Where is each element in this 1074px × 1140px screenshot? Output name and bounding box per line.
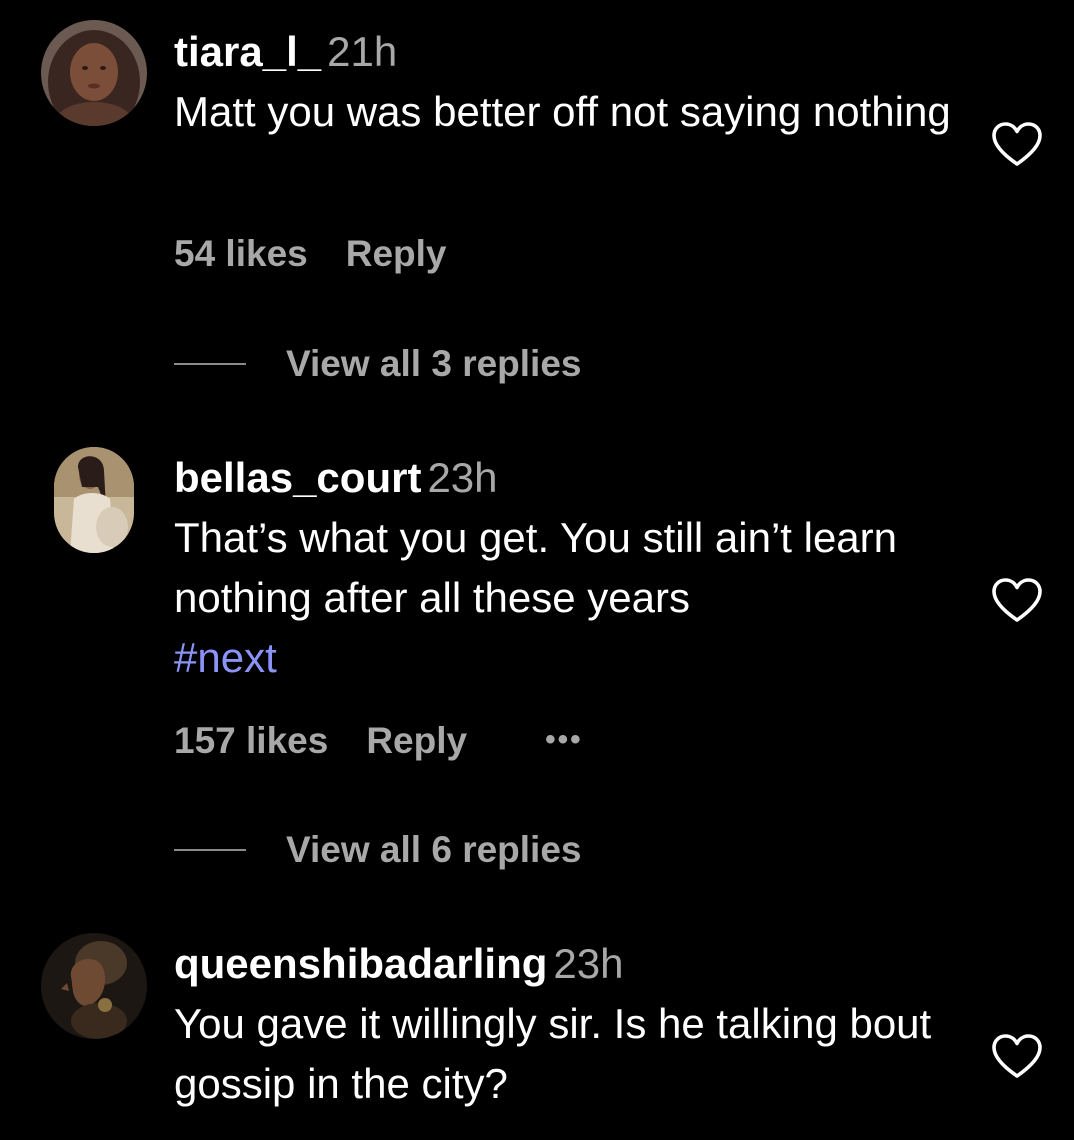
more-options-icon[interactable]: ••• <box>545 718 583 762</box>
timestamp: 23h <box>553 940 624 987</box>
avatar-image <box>41 20 147 126</box>
avatar[interactable] <box>41 20 147 126</box>
heart-icon[interactable] <box>990 576 1044 624</box>
hashtag-link[interactable]: #next <box>174 634 277 681</box>
comment-body: That’s what you get. You still ain’t lea… <box>174 514 898 621</box>
username[interactable]: queenshibadarling <box>174 940 547 987</box>
comment-header: tiara_l_ 21h <box>174 22 954 82</box>
comment-text: That’s what you get. You still ain’t lea… <box>174 508 954 688</box>
username[interactable]: tiara_l_ <box>174 28 321 75</box>
username[interactable]: bellas_court <box>174 454 421 501</box>
avatar[interactable] <box>54 447 134 553</box>
comment-text: Matt you was better off not saying nothi… <box>174 82 954 142</box>
replies-divider <box>174 849 246 851</box>
replies-divider <box>174 363 246 365</box>
comment-actions: 54 likes Reply <box>174 232 447 276</box>
timestamp: 23h <box>427 454 498 501</box>
reply-button[interactable]: Reply <box>366 719 467 763</box>
avatar-image <box>54 447 134 553</box>
avatar[interactable] <box>41 933 147 1039</box>
heart-icon[interactable] <box>990 120 1044 168</box>
reply-button[interactable]: Reply <box>346 232 447 276</box>
heart-icon[interactable] <box>990 1032 1044 1080</box>
view-replies-label: View all 3 replies <box>286 343 582 384</box>
comment-header: queenshibadarling 23h <box>174 934 954 994</box>
comment-body: Matt you was better off not saying nothi… <box>174 88 951 135</box>
comment-body: You gave it willingly sir. Is he talking… <box>174 1000 932 1107</box>
comment-header: bellas_court 23h <box>174 448 954 508</box>
timestamp: 21h <box>327 28 398 75</box>
view-replies-label: View all 6 replies <box>286 829 582 870</box>
comment-actions: 157 likes Reply ••• <box>174 718 583 763</box>
likes-count[interactable]: 157 likes <box>174 719 328 763</box>
likes-count[interactable]: 54 likes <box>174 232 308 276</box>
comment-text: You gave it willingly sir. Is he talking… <box>174 994 954 1114</box>
avatar-image <box>41 933 147 1039</box>
